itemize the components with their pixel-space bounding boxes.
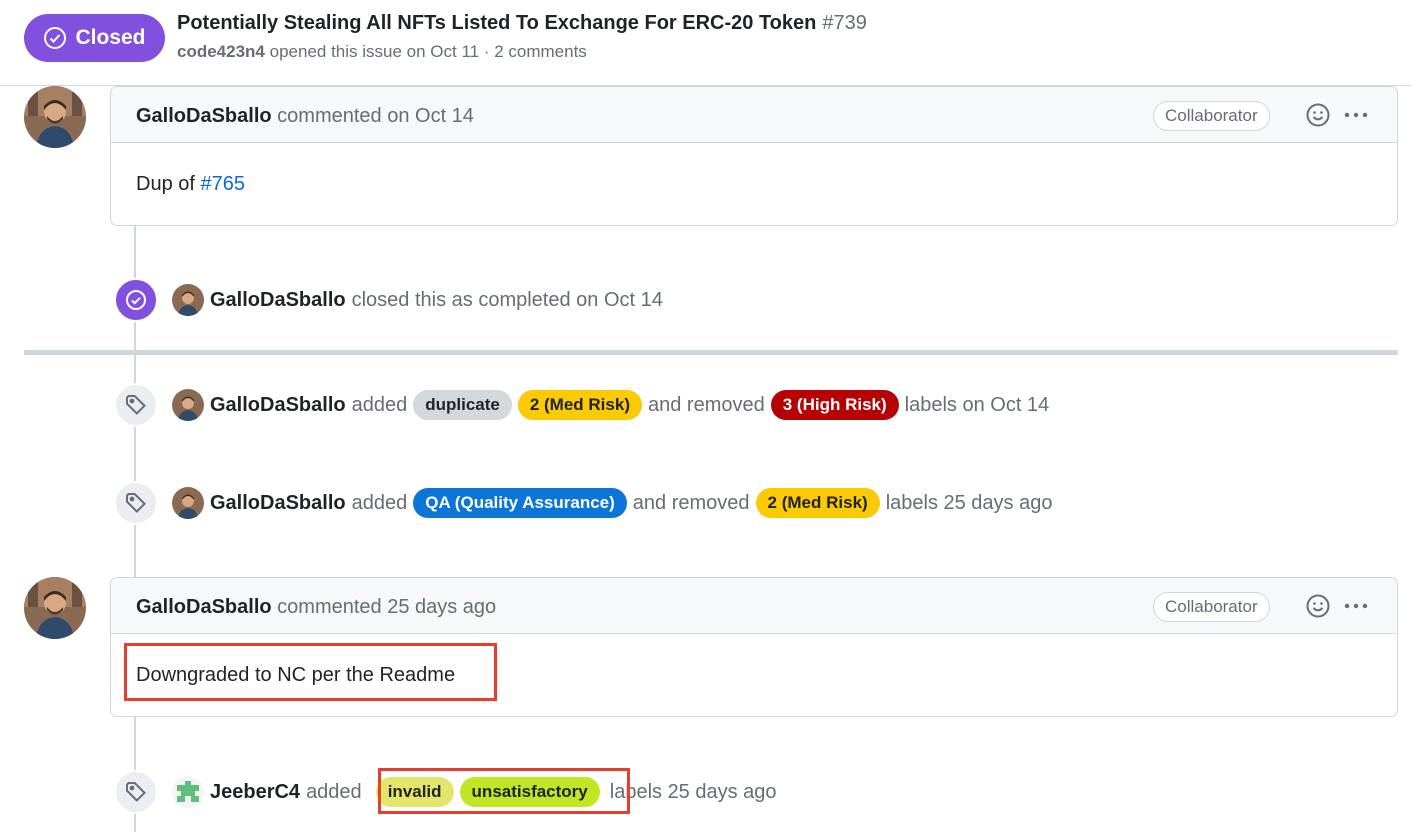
issue-author-link[interactable]: code423n4 — [177, 42, 265, 61]
comment-byline: GalloDaSballo commented 25 days ago — [136, 596, 496, 619]
comment-action[interactable]: commented on Oct 14 — [277, 105, 474, 127]
kebab-icon[interactable] — [1343, 102, 1369, 128]
label-qa[interactable]: QA (Quality Assurance) — [413, 488, 627, 518]
comment-header: GalloDaSballo commented on Oct 14 Collab… — [111, 87, 1397, 143]
label-med-risk[interactable]: 2 (Med Risk) — [517, 390, 642, 420]
event-author-link[interactable]: GalloDaSballo — [210, 492, 346, 515]
tag-icon — [126, 395, 146, 415]
label-event-icon — [114, 383, 158, 427]
comment-author-link[interactable]: GalloDaSballo — [136, 105, 272, 127]
event-text: closed this as completed on Oct 14 — [351, 288, 663, 311]
comment-text-prefix: Dup of — [136, 173, 201, 195]
timeline-event-labels: GalloDaSballo added QA (Quality Assuranc… — [114, 481, 1058, 525]
highlight-box — [378, 768, 630, 814]
avatar[interactable] — [172, 487, 204, 519]
issue-reference-link[interactable]: #765 — [200, 173, 245, 195]
avatar[interactable] — [172, 284, 204, 316]
issue-meta-text: opened this issue on Oct 11 · 2 comments — [269, 42, 587, 61]
collaborator-badge: Collaborator — [1153, 592, 1270, 622]
avatar[interactable] — [24, 86, 86, 148]
smiley-icon[interactable] — [1305, 102, 1331, 128]
comment-action[interactable]: commented 25 days ago — [277, 596, 496, 618]
collaborator-badge: Collaborator — [1153, 101, 1270, 131]
check-circle-icon — [126, 290, 146, 310]
label-event-icon — [114, 481, 158, 525]
comment-author-link[interactable]: GalloDaSballo — [136, 596, 272, 618]
event-added-text: added — [306, 780, 362, 803]
avatar[interactable] — [172, 776, 204, 808]
timeline-divider — [24, 350, 1398, 355]
comment-box: GalloDaSballo commented on Oct 14 Collab… — [110, 86, 1398, 226]
check-circle-icon — [44, 27, 67, 49]
label-event-icon — [114, 770, 158, 814]
event-suffix-text: labels 25 days ago — [885, 491, 1053, 514]
highlight-box — [124, 643, 497, 701]
label-high-risk[interactable]: 3 (High Risk) — [770, 390, 899, 420]
issue-title: Potentially Stealing All NFTs Listed To … — [177, 12, 867, 35]
avatar[interactable] — [172, 389, 204, 421]
timeline-event-labels: GalloDaSballo added duplicate 2 (Med Ris… — [114, 383, 1055, 427]
issue-header: Closed Potentially Stealing All NFTs Lis… — [0, 0, 1411, 86]
timeline-event-closed: GalloDaSballo closed this as completed o… — [114, 278, 669, 322]
event-added-text: added — [351, 393, 408, 416]
kebab-icon[interactable] — [1343, 593, 1369, 619]
avatar[interactable] — [24, 577, 86, 639]
label-duplicate[interactable]: duplicate — [413, 390, 512, 420]
event-removed-text: and removed — [647, 393, 765, 416]
event-added-text: added — [351, 491, 408, 514]
comment-body: Dup of #765 — [111, 143, 1397, 225]
smiley-icon[interactable] — [1305, 593, 1331, 619]
state-label: Closed — [75, 26, 146, 49]
event-suffix-text: labels 25 days ago — [609, 780, 777, 803]
event-author-link[interactable]: JeeberC4 — [210, 781, 300, 804]
tag-icon — [126, 782, 146, 802]
closed-event-icon — [114, 278, 158, 322]
state-badge-closed: Closed — [24, 14, 165, 62]
label-med-risk[interactable]: 2 (Med Risk) — [755, 488, 880, 518]
event-suffix-text: labels on Oct 14 — [904, 393, 1050, 416]
tag-icon — [126, 493, 146, 513]
event-author-link[interactable]: GalloDaSballo — [210, 289, 346, 312]
event-author-link[interactable]: GalloDaSballo — [210, 394, 346, 417]
comment-byline: GalloDaSballo commented on Oct 14 — [136, 105, 474, 128]
comment-text: Dup of #765 — [136, 173, 245, 196]
event-removed-text: and removed — [632, 491, 750, 514]
issue-title-text: Potentially Stealing All NFTs Listed To … — [177, 12, 817, 34]
comment-header: GalloDaSballo commented 25 days ago Coll… — [111, 578, 1397, 634]
issue-meta: code423n4 opened this issue on Oct 11 · … — [177, 42, 587, 62]
issue-number: #739 — [822, 12, 867, 34]
